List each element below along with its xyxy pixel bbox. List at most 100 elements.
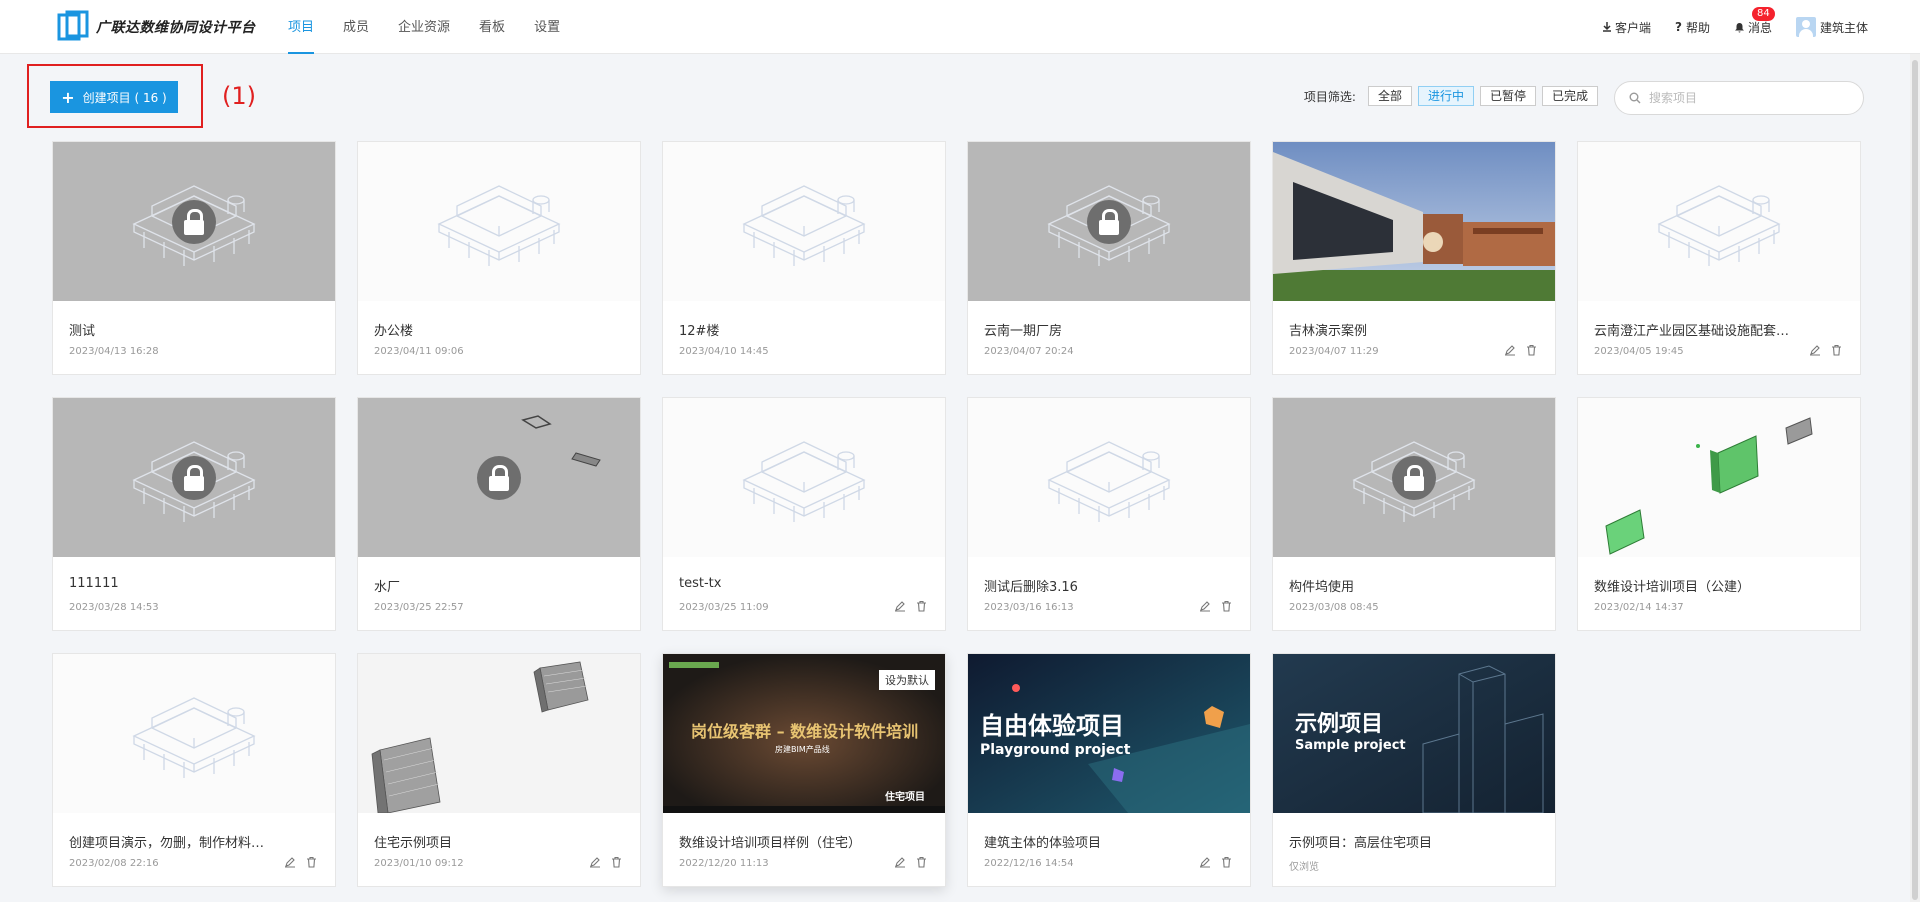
project-card[interactable]: 云南一期厂房 2023/04/07 20:24 — [967, 141, 1251, 375]
project-card[interactable]: 设为默认 岗位级客群 – 数维设计软件培训 房建BIM产品线 住宅项目 数维设计… — [662, 653, 946, 887]
project-card[interactable]: 测试后删除3.16 2023/03/16 16:13 — [967, 397, 1251, 631]
help-link[interactable]: ? 帮助 — [1675, 19, 1710, 36]
project-title: 住宅示例项目 — [374, 836, 453, 851]
project-date: 2022/12/20 11:13 — [679, 858, 769, 869]
edit-icon[interactable] — [1199, 600, 1211, 616]
banner-headline: 自由体验项目 — [980, 712, 1124, 740]
messages-link[interactable]: 84 消息 — [1734, 6, 1775, 36]
project-thumbnail — [1273, 398, 1555, 557]
edit-icon[interactable] — [1199, 856, 1211, 872]
project-thumbnail — [358, 654, 640, 813]
project-date: 仅浏览 — [1289, 862, 1319, 873]
project-date: 2023/04/05 19:45 — [1594, 346, 1684, 357]
card-actions — [274, 856, 317, 872]
card-actions — [1494, 344, 1537, 360]
main-nav: 项目 成员 企业资源 看板 设置 — [288, 0, 589, 54]
project-card[interactable]: 水厂 2023/03/25 22:57 — [357, 397, 641, 631]
user-menu[interactable]: 建筑主体 — [1795, 17, 1868, 37]
project-card[interactable]: 吉林演示案例 2023/04/07 11:29 — [1272, 141, 1556, 375]
project-card[interactable]: 创建项目演示，勿删，制作材料使用，... 2023/02/08 22:16 — [52, 653, 336, 887]
banner-subtitle: Sample project — [1295, 738, 1406, 753]
delete-icon[interactable] — [1526, 344, 1537, 360]
project-thumbnail — [1273, 142, 1555, 301]
nav-enterprise-resources[interactable]: 企业资源 — [398, 0, 450, 54]
filter-completed[interactable]: 已完成 — [1541, 86, 1598, 106]
building-placeholder-icon — [132, 697, 256, 778]
project-card[interactable]: 测试 2023/04/13 16:28 — [52, 141, 336, 375]
project-filter: 项目筛选: 全部 进行中 已暂停 已完成 — [1304, 86, 1598, 106]
avatar — [1795, 17, 1816, 37]
project-thumbnail — [358, 142, 640, 301]
lock-icon — [477, 456, 521, 500]
search-input[interactable] — [1649, 91, 1839, 105]
nav-settings[interactable]: 设置 — [534, 0, 560, 54]
project-card[interactable]: 住宅示例项目 2023/01/10 09:12 — [357, 653, 641, 887]
card-actions — [884, 856, 927, 872]
building-placeholder-icon — [742, 185, 866, 266]
project-card[interactable]: 12#楼 2023/04/10 14:45 — [662, 141, 946, 375]
project-title: 办公楼 — [374, 324, 414, 339]
filter-in-progress[interactable]: 进行中 — [1417, 86, 1474, 106]
client-download-link[interactable]: 客户端 — [1602, 19, 1651, 36]
project-thumbnail — [358, 398, 640, 557]
project-title: 云南澄江产业园区基础设施配套工程项... — [1594, 324, 1794, 339]
edit-icon[interactable] — [894, 600, 906, 616]
page-scrollbar[interactable] — [1910, 54, 1920, 902]
project-card[interactable]: 构件坞使用 2023/03/08 08:45 — [1272, 397, 1556, 631]
set-default-tag[interactable]: 设为默认 — [879, 670, 935, 690]
project-thumbnail — [1578, 142, 1860, 301]
project-thumbnail — [53, 654, 335, 813]
edit-icon[interactable] — [284, 856, 296, 872]
project-card[interactable]: test-tx 2023/03/25 11:09 — [662, 397, 946, 631]
project-card[interactable]: 示例项目 Sample project 示例项目：高层住宅项目 仅浏览 — [1272, 653, 1556, 887]
project-card[interactable]: 云南澄江产业园区基础设施配套工程项... 2023/04/05 19:45 — [1577, 141, 1861, 375]
project-card[interactable]: 111111 2023/03/28 14:53 — [52, 397, 336, 631]
project-date: 2023/03/08 08:45 — [1289, 602, 1379, 613]
banner-headline: 示例项目 — [1295, 712, 1384, 737]
create-project-label: 创建项目 ( 16 ) — [82, 90, 167, 105]
building-placeholder-icon — [437, 185, 561, 266]
project-card[interactable]: 数维设计培训项目（公建） 2023/02/14 14:37 — [1577, 397, 1861, 631]
filter-paused[interactable]: 已暂停 — [1479, 86, 1536, 106]
scrollbar-thumb[interactable] — [1912, 60, 1918, 900]
lock-icon — [1087, 200, 1131, 244]
edit-icon[interactable] — [894, 856, 906, 872]
project-title: 构件坞使用 — [1289, 580, 1355, 595]
project-title: 测试 — [69, 324, 96, 339]
project-date: 2022/12/16 14:54 — [984, 858, 1074, 869]
banner-subtitle: 房建BIM产品线 — [775, 745, 830, 754]
nav-dashboard[interactable]: 看板 — [479, 0, 505, 54]
banner-subtitle: Playground project — [980, 742, 1131, 758]
search-box — [1614, 81, 1864, 115]
download-icon — [1602, 22, 1611, 32]
filter-all[interactable]: 全部 — [1367, 86, 1412, 106]
building-placeholder-icon — [742, 441, 866, 522]
search-icon — [1629, 92, 1641, 104]
project-title: 水厂 — [374, 580, 401, 595]
banner-corner-label: 住宅项目 — [885, 792, 925, 803]
nav-projects[interactable]: 项目 — [288, 0, 315, 54]
project-title: 数维设计培训项目样例（住宅） — [679, 836, 862, 851]
building-photo — [1273, 142, 1555, 301]
nav-members[interactable]: 成员 — [343, 0, 369, 54]
messages-label: 消息 — [1747, 20, 1772, 35]
messages-badge: 84 — [1751, 6, 1775, 21]
edit-icon[interactable] — [589, 856, 601, 872]
delete-icon[interactable] — [916, 856, 927, 872]
lock-icon — [172, 200, 216, 244]
delete-icon[interactable] — [1221, 856, 1232, 872]
delete-icon[interactable] — [1221, 600, 1232, 616]
delete-icon[interactable] — [1831, 344, 1842, 360]
project-card[interactable]: 自由体验项目 Playground project 建筑主体的体验项目 2022… — [967, 653, 1251, 887]
building-placeholder-icon — [1657, 185, 1781, 266]
project-date: 2023/04/13 16:28 — [69, 346, 159, 357]
create-project-button[interactable]: + 创建项目 ( 16 ) — [50, 81, 178, 113]
edit-icon[interactable] — [1809, 344, 1821, 360]
project-date: 2023/04/11 09:06 — [374, 346, 464, 357]
delete-icon[interactable] — [916, 600, 927, 616]
delete-icon[interactable] — [306, 856, 317, 872]
project-card[interactable]: 办公楼 2023/04/11 09:06 — [357, 141, 641, 375]
project-title: 示例项目：高层住宅项目 — [1289, 836, 1433, 851]
delete-icon[interactable] — [611, 856, 622, 872]
edit-icon[interactable] — [1504, 344, 1516, 360]
